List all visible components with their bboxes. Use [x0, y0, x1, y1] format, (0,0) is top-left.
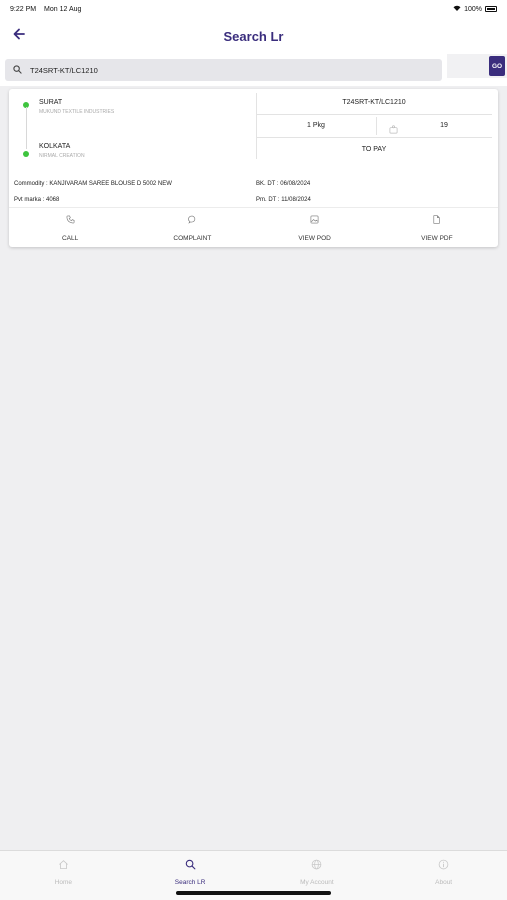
search-icon	[13, 61, 22, 79]
complaint-label: COMPLAINT	[173, 235, 212, 242]
call-label: CALL	[61, 235, 79, 242]
search-icon	[185, 857, 196, 875]
route-line	[25, 107, 27, 149]
search-value: T24SRT-KT/LC1210	[30, 65, 98, 75]
chat-icon	[188, 211, 197, 229]
lr-details-grid: T24SRT-KT/LC1210 1 Pkg 19 TO PAY	[256, 93, 492, 159]
weight-value: 19	[440, 122, 448, 129]
status-bar: 9:22 PM Mon 12 Aug 100%	[0, 0, 507, 18]
origin-party: MUKUND TEXTILE INDUSTRIES	[39, 109, 115, 115]
status-date: Mon 12 Aug	[44, 5, 82, 13]
go-button[interactable]: GO	[489, 56, 505, 76]
back-button[interactable]	[10, 27, 28, 45]
destination-dot	[23, 151, 29, 157]
tab-search-lr-label: Search LR	[174, 879, 206, 886]
tab-home[interactable]: Home	[0, 851, 127, 900]
origin-city: SURAT	[39, 99, 63, 106]
document-icon	[432, 211, 441, 229]
tab-home-label: Home	[54, 879, 73, 886]
commodity-text: Commodity : KANJIVARAM SAREE BLOUSE D 50…	[14, 181, 172, 187]
tab-my-account-label: My Account	[300, 879, 334, 886]
pm-date: Pm. DT : 11/08/2024	[256, 197, 311, 203]
battery-percent: 100%	[464, 5, 482, 13]
globe-icon	[311, 857, 322, 875]
battery-icon	[485, 6, 497, 12]
wifi-icon	[453, 5, 461, 13]
grid-divider	[256, 137, 492, 138]
page-title: Search Lr	[223, 28, 284, 44]
tab-about[interactable]: About	[380, 851, 507, 900]
complaint-button[interactable]: COMPLAINT	[131, 208, 253, 245]
arrow-left-icon	[13, 27, 25, 45]
destination-city: KOLKATA	[39, 143, 71, 150]
status-time: 9:22 PM	[10, 5, 37, 13]
tab-about-label: About	[435, 879, 453, 886]
payment-type: TO PAY	[361, 146, 387, 153]
card-actions: CALL COMPLAINT VIEW POD VIEW PDF	[9, 207, 498, 245]
search-input[interactable]: T24SRT-KT/LC1210	[5, 59, 442, 81]
search-row: T24SRT-KT/LC1210 GO	[0, 54, 507, 86]
view-pdf-label: VIEW PDF	[421, 235, 453, 242]
nav-header: Search Lr	[0, 18, 507, 54]
home-indicator	[176, 891, 331, 895]
package-count: 1 Pkg	[307, 122, 325, 129]
route-section: SURAT MUKUND TEXTILE INDUSTRIES KOLKATA …	[23, 97, 253, 167]
view-pod-button[interactable]: VIEW POD	[254, 208, 376, 245]
destination-party: NIRMAL CREATION	[39, 153, 85, 159]
info-icon	[438, 857, 449, 875]
grid-divider	[376, 117, 377, 135]
lr-number: T24SRT-KT/LC1210	[342, 99, 406, 106]
call-button[interactable]: CALL	[9, 208, 131, 245]
view-pod-label: VIEW POD	[298, 235, 331, 242]
booking-date: BK. DT : 06/08/2024	[256, 181, 311, 187]
grid-divider	[256, 114, 492, 115]
home-icon	[58, 857, 69, 875]
image-icon	[310, 211, 319, 229]
lr-result-card: SURAT MUKUND TEXTILE INDUSTRIES KOLKATA …	[9, 89, 498, 247]
phone-icon	[66, 211, 75, 229]
pvt-marka-text: Pvt marka : 4068	[14, 197, 60, 203]
view-pdf-button[interactable]: VIEW PDF	[376, 208, 498, 245]
